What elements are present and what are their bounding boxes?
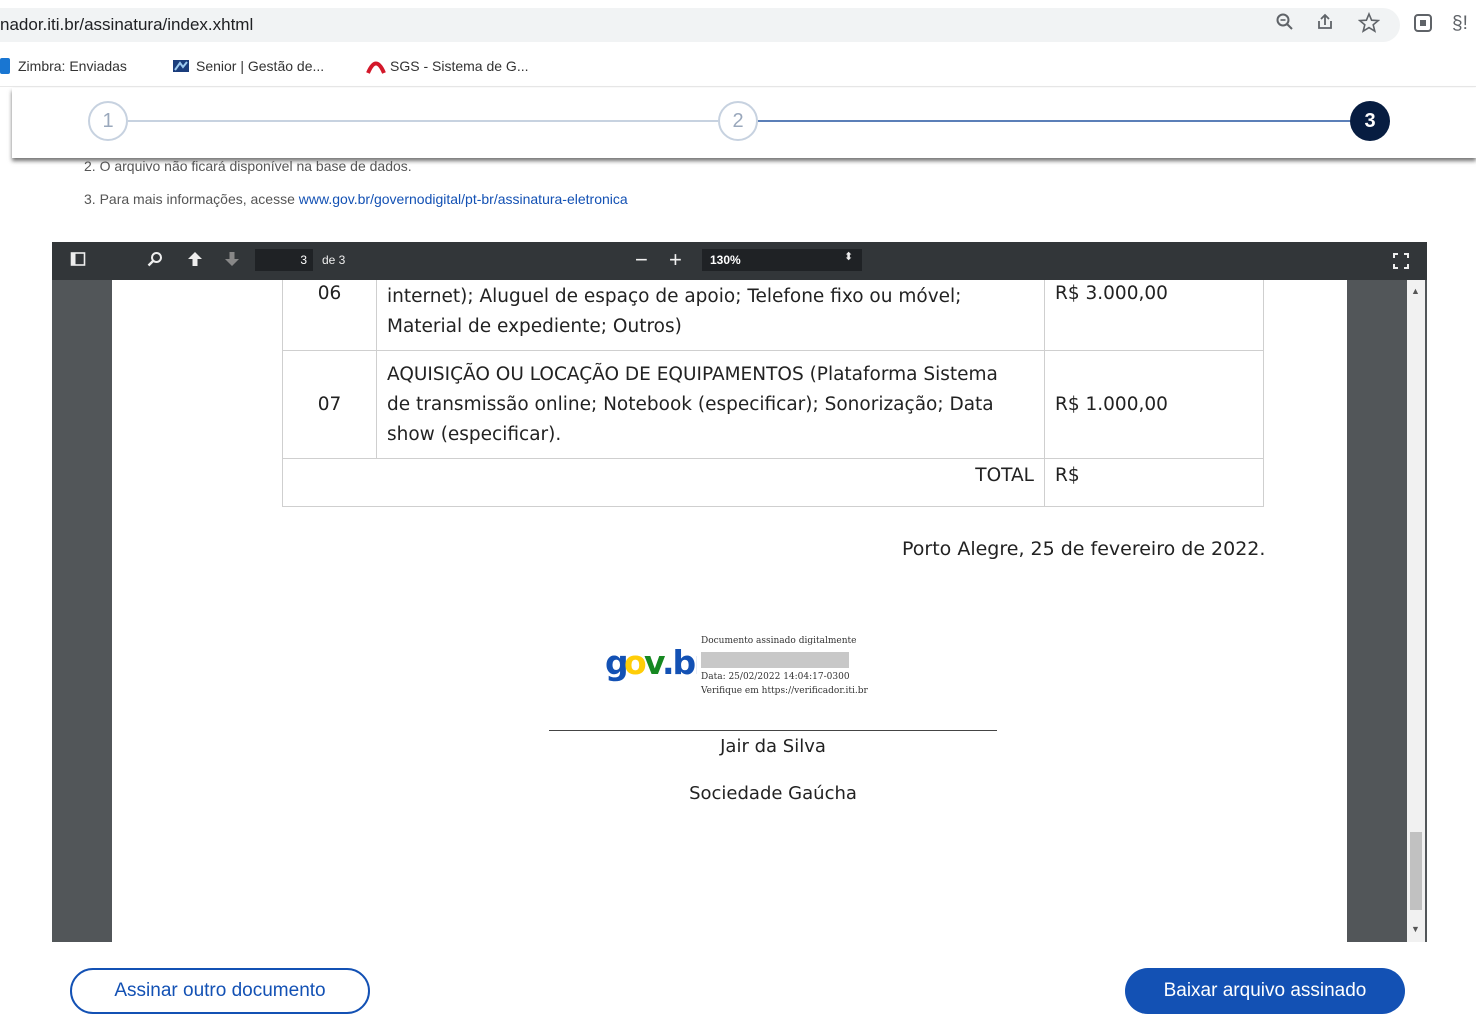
govbr-logo: g o v .br xyxy=(605,642,713,687)
table-row: 06 internet); Aluguel de espaço de apoio… xyxy=(282,280,1264,351)
step-1: 1 xyxy=(88,101,128,141)
desc-line: internet); Aluguel de espaço de apoio; T… xyxy=(387,285,962,307)
stepper: 1 2 3 xyxy=(12,88,1476,158)
bookmarks-bar: Zimbra: Enviadas Senior | Gestão de... S… xyxy=(0,50,1476,87)
page-number-input[interactable]: 3 xyxy=(255,249,313,271)
row-number: 06 xyxy=(282,280,377,351)
row-number: 07 xyxy=(282,350,377,459)
scroll-thumb[interactable] xyxy=(1410,832,1422,910)
select-arrows-icon: ⬍ xyxy=(844,251,854,263)
total-value: R$ xyxy=(1044,458,1264,507)
url-text[interactable]: nador.iti.br/assinatura/index.xhtml xyxy=(0,15,253,35)
sig-line-1: Documento assinado digitalmente xyxy=(701,636,857,646)
pdf-viewer: 3 de 3 − + 130% ⬍ 06 internet); Aluguel … xyxy=(52,242,1427,942)
pdf-toolbar: 3 de 3 − + 130% ⬍ xyxy=(52,242,1427,280)
extension-icon[interactable] xyxy=(1412,12,1434,40)
zimbra-icon xyxy=(0,58,10,74)
zoom-select[interactable]: 130% xyxy=(702,249,862,271)
step-connector xyxy=(758,120,1350,122)
info-line-3-text: 3. Para mais informações, acesse xyxy=(84,191,299,207)
search-icon[interactable] xyxy=(147,251,163,271)
desc-line: de transmissão online; Notebook (especif… xyxy=(387,393,994,415)
pdf-scrollbar[interactable]: ▲ ▼ xyxy=(1347,280,1427,942)
senior-icon xyxy=(172,58,189,74)
table-row: 07 AQUISIÇÃO OU LOCAÇÃO DE EQUIPAMENTOS … xyxy=(282,350,1264,459)
svg-text:o: o xyxy=(624,643,646,682)
zoom-out-button[interactable]: − xyxy=(635,247,648,273)
place-date: Porto Alegre, 25 de fevereiro de 2022. xyxy=(902,538,1266,560)
row-value: R$ 3.000,00 xyxy=(1044,280,1264,351)
bookmark-label: Zimbra: Enviadas xyxy=(18,58,127,74)
address-bar: nador.iti.br/assinatura/index.xhtml §! xyxy=(0,0,1476,50)
info-line-2: 2. O arquivo não ficará disponível na ba… xyxy=(84,158,412,174)
scroll-up-icon[interactable]: ▲ xyxy=(1411,286,1420,296)
bookmark-label: Senior | Gestão de... xyxy=(196,58,325,74)
download-signed-button[interactable]: Baixar arquivo assinado xyxy=(1125,968,1405,1014)
row-value: R$ 1.000,00 xyxy=(1044,350,1264,459)
fullscreen-icon[interactable] xyxy=(1392,252,1410,274)
gov-link[interactable]: www.gov.br/governodigital/pt-br/assinatu… xyxy=(299,191,628,207)
scroll-down-icon[interactable]: ▼ xyxy=(1411,924,1420,934)
total-label: TOTAL xyxy=(282,458,1045,507)
star-icon[interactable] xyxy=(1357,11,1381,40)
previous-page-icon[interactable] xyxy=(187,251,203,271)
sig-line-3: Verifique em https://verificador.iti.br xyxy=(701,686,868,696)
step-3-current: 3 xyxy=(1350,101,1390,141)
info-line-3: 3. Para mais informações, acesse www.gov… xyxy=(84,191,628,207)
row-description: internet); Aluguel de espaço de apoio; T… xyxy=(376,280,1045,351)
budget-table: 06 internet); Aluguel de espaço de apoio… xyxy=(282,280,1264,507)
signature-line xyxy=(549,730,997,731)
pdf-page: 06 internet); Aluguel de espaço de apoio… xyxy=(112,280,1347,942)
sig-line-2: Data: 25/02/2022 14:04:17-0300 xyxy=(701,672,850,682)
page-total: de 3 xyxy=(322,253,346,267)
bookmark-zimbra[interactable]: Zimbra: Enviadas xyxy=(0,58,127,74)
bookmark-senior[interactable]: Senior | Gestão de... xyxy=(172,58,324,74)
sign-another-button[interactable]: Assinar outro documento xyxy=(70,968,370,1014)
sgs-icon xyxy=(366,58,386,74)
desc-line: AQUISIÇÃO OU LOCAÇÃO DE EQUIPAMENTOS (Pl… xyxy=(387,363,998,385)
svg-text:.br: .br xyxy=(662,643,697,682)
zoom-in-button[interactable]: + xyxy=(669,247,682,273)
desc-line: show (especificar). xyxy=(387,423,562,445)
redacted-signer xyxy=(701,652,849,668)
step-2: 2 xyxy=(718,101,758,141)
bookmark-label: SGS - Sistema de G... xyxy=(390,58,529,74)
desc-line: Material de expediente; Outros) xyxy=(387,315,682,337)
total-row: TOTAL R$ xyxy=(282,458,1264,507)
signer-organization: Sociedade Gaúcha xyxy=(689,783,857,804)
row-description: AQUISIÇÃO OU LOCAÇÃO DE EQUIPAMENTOS (Pl… xyxy=(376,350,1045,459)
signer-name: Jair da Silva xyxy=(720,736,826,757)
share-icon[interactable] xyxy=(1315,12,1335,38)
zoom-icon[interactable] xyxy=(1275,12,1295,38)
bookmark-sgs[interactable]: SGS - Sistema de G... xyxy=(366,58,529,74)
step-connector xyxy=(128,120,718,122)
profile-icon[interactable]: §! xyxy=(1452,13,1468,35)
sidebar-toggle-icon[interactable] xyxy=(70,251,86,271)
next-page-icon[interactable] xyxy=(224,251,240,271)
